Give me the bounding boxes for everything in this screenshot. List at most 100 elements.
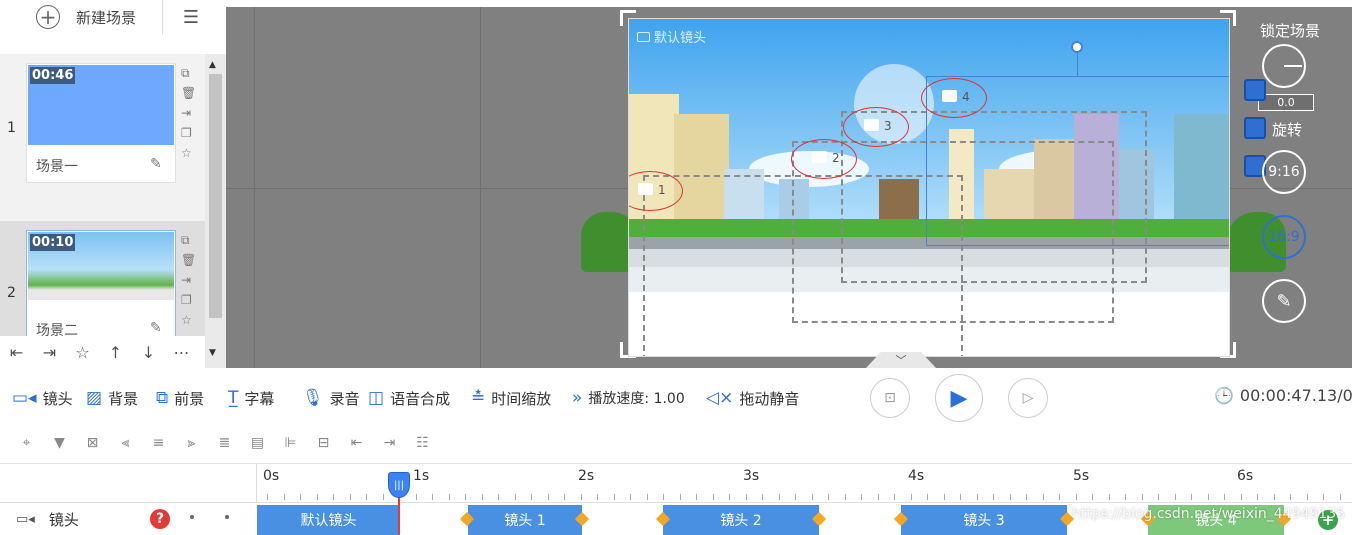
more-icon[interactable]: ⋯ xyxy=(165,343,198,362)
scene-stage[interactable]: 默认镜头 1 2 3 4 xyxy=(628,18,1230,357)
background-tool[interactable]: ▨ 背景 xyxy=(86,378,138,418)
next-frame-icon[interactable]: ▷ xyxy=(1008,378,1048,418)
export-icon[interactable]: ⇥ xyxy=(33,343,66,362)
star-icon[interactable]: ☆ xyxy=(66,343,99,362)
locate-icon[interactable]: ⌖ xyxy=(10,435,43,451)
duplicate-icon[interactable]: ❐ xyxy=(181,125,196,142)
edit-icon[interactable]: ✎ xyxy=(150,320,162,336)
camera-icon: ▭◂ xyxy=(16,512,35,527)
ruler-tick xyxy=(811,494,813,500)
scene-thumbnail[interactable]: 00:46 xyxy=(28,65,174,145)
align-right-icon[interactable]: ⫸ xyxy=(175,435,208,451)
clear-filter-icon[interactable]: ⊠ xyxy=(76,435,109,451)
rotate-icon[interactable] xyxy=(1244,117,1266,139)
scene-thumbnail[interactable]: 00:10 xyxy=(28,232,174,300)
record-tool[interactable]: 🎙 录音 xyxy=(302,378,360,418)
ruler-tick xyxy=(976,494,978,500)
scroll-up-icon[interactable]: ▲ xyxy=(209,60,216,70)
time-ruler[interactable]: 0s 1s 2s 3s 4s 5s 6s xyxy=(256,464,1352,502)
filter-icon[interactable]: ▼ xyxy=(43,435,76,451)
rotate-label[interactable]: 旋转 xyxy=(1272,119,1302,140)
dot-icon xyxy=(190,515,194,519)
ratio-16-9-button[interactable]: 16:9 xyxy=(1262,215,1306,259)
ratio-9-16-button[interactable]: 9:16 xyxy=(1262,150,1306,194)
move-up-icon[interactable]: ↑ xyxy=(99,343,132,362)
ruler-tick xyxy=(1026,494,1027,500)
move-left-icon[interactable]: ⇤ xyxy=(340,435,373,451)
ruler-tick xyxy=(1306,494,1308,500)
scene-toolbar: ⇤ ⇥ ☆ ↑ ↓ ⋯ xyxy=(0,336,205,368)
ruler-tick xyxy=(778,494,780,500)
time-scale-tool[interactable]: ≛ 时间缩放 xyxy=(471,378,551,418)
foreground-tool[interactable]: ⧉ 前景 xyxy=(156,378,204,418)
scrollbar-thumb[interactable] xyxy=(209,74,222,318)
rotation-value-input[interactable]: 0.0 xyxy=(1258,94,1314,111)
ruler-tick xyxy=(1141,494,1143,500)
preview-icon[interactable]: ⊡ xyxy=(870,378,910,418)
duplicate-icon[interactable]: ❐ xyxy=(181,292,196,309)
copy-icon[interactable]: ⧉ xyxy=(181,232,196,249)
time-scale-label: 时间缩放 xyxy=(491,389,552,408)
scene-number: 1 xyxy=(7,120,16,136)
ruler-tick xyxy=(366,494,367,500)
ruler-tick xyxy=(993,494,994,500)
delete-icon[interactable]: 🗑 xyxy=(181,85,196,102)
arrange-icon[interactable]: ⊟ xyxy=(307,435,340,451)
align-icon[interactable]: ≣ xyxy=(208,435,241,451)
ruler-tick xyxy=(283,494,285,500)
time-scale-icon: ≛ xyxy=(471,388,486,408)
speech-synthesis-tool[interactable]: ◫ 语音合成 xyxy=(368,378,450,418)
rotate-handle[interactable] xyxy=(1071,41,1083,53)
import-icon[interactable]: ⇤ xyxy=(0,343,33,362)
help-icon[interactable]: ? xyxy=(150,509,170,529)
new-scene-label: 新建场景 xyxy=(76,8,137,27)
drag-mute-tool[interactable]: ◁× 拖动静音 xyxy=(706,378,799,418)
scene-list: 1 00:46 场景一 ✎ ⧉ 🗑 ⇥ ❐ ☆ + 2 00:10 场景二 ✎ … xyxy=(0,54,205,368)
edit-icon[interactable]: ✎ xyxy=(150,156,162,172)
playhead-handle[interactable]: ||| xyxy=(388,472,410,498)
ruler-tick xyxy=(630,494,631,500)
background-tool-label: 背景 xyxy=(108,389,139,408)
rotation-dial-icon[interactable] xyxy=(1262,44,1306,88)
distribute-h-icon[interactable]: ⊫ xyxy=(274,435,307,451)
align-center-icon[interactable]: ≡ xyxy=(142,435,175,451)
play-button[interactable]: ▶ xyxy=(935,374,983,422)
camera-marker[interactable]: 4 xyxy=(921,78,987,118)
draw-icon[interactable]: ✎ xyxy=(1262,279,1306,323)
copy-icon[interactable]: ⧉ xyxy=(181,65,196,82)
distribute-icon[interactable]: ▤ xyxy=(241,435,274,451)
new-scene-button[interactable]: + 新建场景 xyxy=(0,0,163,34)
ruler-tick xyxy=(1273,494,1275,500)
subtitle-tool[interactable]: T̲ 字幕 xyxy=(228,378,274,418)
timeline-clip[interactable]: 镜头 1 xyxy=(468,505,582,535)
camera-tool[interactable]: ▭◂ 镜头 xyxy=(12,378,73,418)
move-down-icon[interactable]: ↓ xyxy=(132,343,165,362)
properties-icon[interactable]: ☷ xyxy=(406,435,439,451)
playback-speed-tool[interactable]: » 播放速度: 1.00 xyxy=(572,378,685,418)
scroll-down-icon[interactable]: ▼ xyxy=(209,348,216,358)
ruler-tick xyxy=(663,494,664,500)
timeline-clip[interactable]: 镜头 3 xyxy=(901,505,1067,535)
ruler-tick xyxy=(613,494,615,500)
editing-canvas[interactable]: 默认镜头 1 2 3 4 锁定场景 0.0 旋转 9:16 16:9 ✎ ﹀ xyxy=(226,7,1352,368)
align-left-icon[interactable]: ⫷ xyxy=(109,435,142,451)
timeline[interactable]: 0s 1s 2s 3s 4s 5s 6s ▭◂ 镜头 ? 默认镜头 镜头 1 镜… xyxy=(0,463,1352,535)
tick-label: 5s xyxy=(1073,468,1090,484)
ruler-tick xyxy=(597,494,598,500)
star-icon[interactable]: ☆ xyxy=(181,312,196,329)
export-icon[interactable]: ⇥ xyxy=(181,105,196,122)
delete-icon[interactable]: 🗑 xyxy=(181,252,196,269)
copy-layer-icon[interactable] xyxy=(1244,79,1266,101)
move-right-icon[interactable]: ⇥ xyxy=(373,435,406,451)
timeline-clip[interactable]: 默认镜头 xyxy=(257,505,400,535)
camera-marker[interactable]: 2 xyxy=(791,139,857,179)
lock-scene-label[interactable]: 锁定场景 xyxy=(1260,20,1320,41)
camera-marker[interactable]: 3 xyxy=(843,107,909,147)
ruler-tick xyxy=(267,494,268,500)
scene-list-menu-icon[interactable]: ☰ xyxy=(163,0,219,34)
export-icon[interactable]: ⇥ xyxy=(181,272,196,289)
timeline-clip[interactable]: 镜头 2 xyxy=(663,505,819,535)
playback-speed-label: 播放速度: 1.00 xyxy=(588,391,685,407)
star-icon[interactable]: ☆ xyxy=(181,145,196,162)
ruler-tick xyxy=(712,494,714,500)
